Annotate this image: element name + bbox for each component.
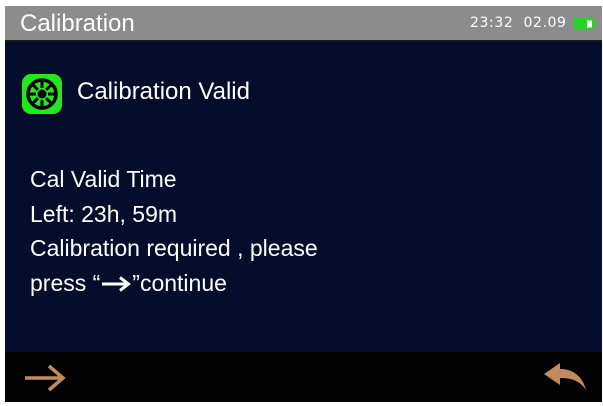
- calibration-gear-icon: [22, 74, 62, 114]
- message-line-valid-time: Cal Valid Time: [30, 166, 177, 192]
- return-arrow-button[interactable]: [542, 361, 588, 393]
- battery-charging-icon: [574, 18, 596, 30]
- clock: 23:32 02.09: [470, 15, 567, 31]
- message-line-press-continue: press “ ”continue: [30, 266, 318, 301]
- device-screen: Calibration 23:32 02.09 Calibration Vali…: [5, 6, 602, 402]
- right-arrow-icon: [102, 276, 132, 293]
- calibration-status-text: Calibration Valid: [77, 78, 250, 105]
- calibration-message: Cal Valid Time Left: 23h, 59m Calibratio…: [30, 162, 318, 300]
- bottom-nav-bar: [5, 352, 602, 402]
- message-press-prefix: press “: [30, 269, 101, 296]
- time-text: 23:32: [470, 15, 514, 31]
- page-title: Calibration: [20, 10, 135, 37]
- message-line-required: Calibration required , please: [30, 235, 318, 261]
- status-bar: Calibration 23:32 02.09: [5, 6, 602, 42]
- message-press-suffix: ”continue: [132, 269, 227, 296]
- date-text: 02.09: [523, 15, 567, 31]
- message-line-time-left: Left: 23h, 59m: [30, 200, 178, 227]
- next-arrow-button[interactable]: [22, 363, 68, 393]
